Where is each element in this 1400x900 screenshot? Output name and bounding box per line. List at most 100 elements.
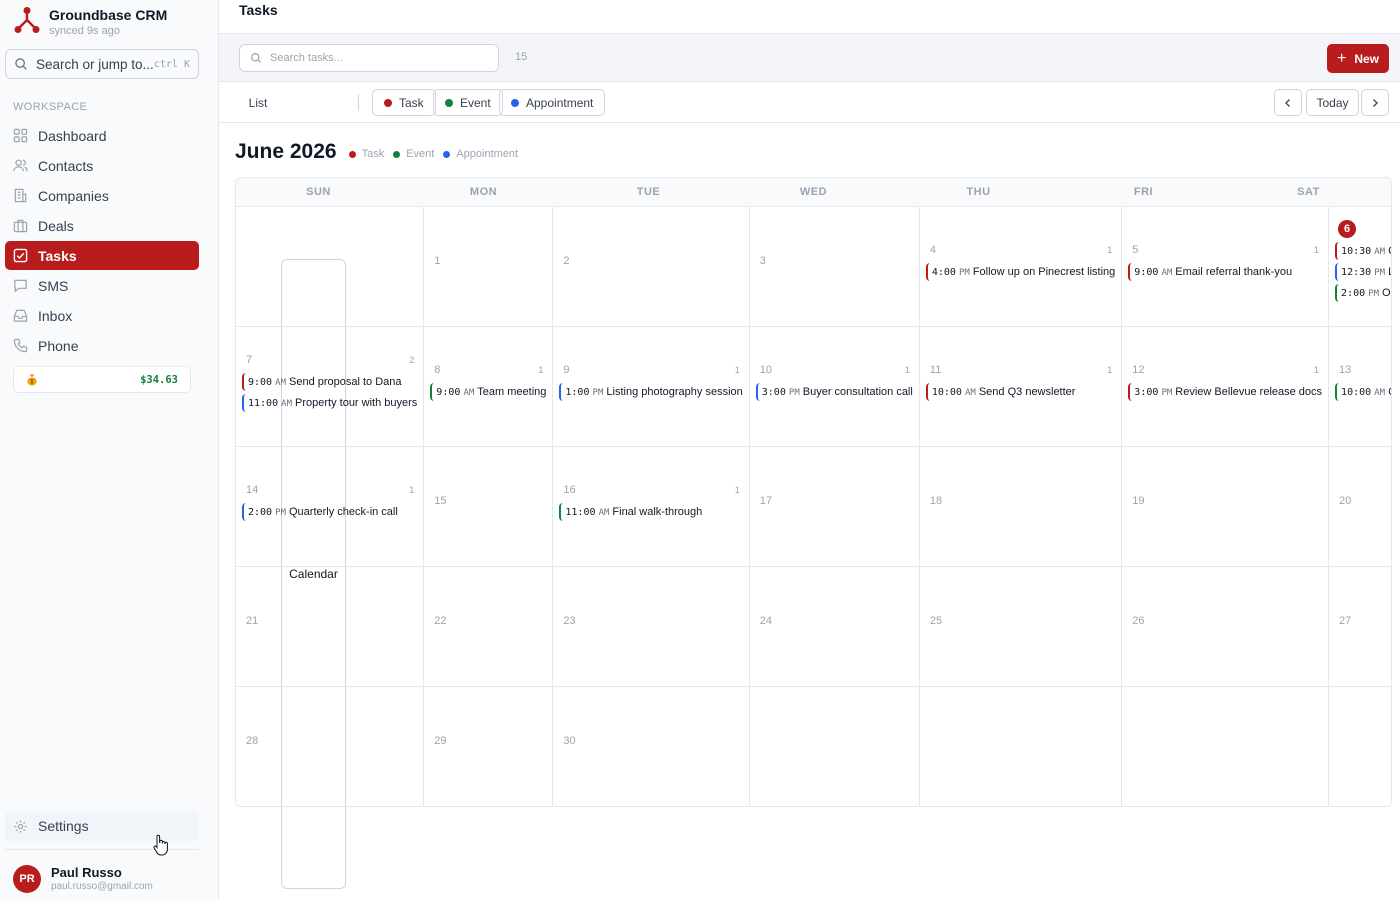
day-number: 28: [246, 735, 259, 747]
day-cell[interactable]: 22: [424, 567, 554, 687]
calendar-event-event[interactable]: 2:00 PMOpen house — 412 Oak St: [1335, 284, 1391, 302]
day-cell-header: 29: [430, 731, 546, 751]
calendar-event-appointment[interactable]: 11:00 AM Property tour with buyers: [242, 393, 418, 412]
filter-appointment[interactable]: Appointment: [499, 89, 606, 116]
next-month-button[interactable]: [1361, 89, 1389, 116]
calendar-event-appointment[interactable]: 3:00 PM Buyer consultation call: [755, 383, 913, 401]
calendar-event-appointment[interactable]: 2:00 PM Quarterly check-in call: [242, 503, 417, 521]
sidebar-item-deals[interactable]: Deals: [5, 211, 199, 240]
today-day-number: 6: [1338, 220, 1357, 238]
calendar-event-appointment[interactable]: 12:30 PMLunch w/ Marcus Lee: [1335, 263, 1391, 281]
day-cell[interactable]: 12 1 3:00 PM Review Bellevue release docs: [1122, 327, 1330, 447]
day-cell[interactable]: 9 1 1:00 PM Listing photography session: [553, 327, 750, 447]
day-cell[interactable]: 7 2 9:00 AM Send proposal to Dana 11:00 AM Pr…: [236, 327, 425, 447]
brand[interactable]: Groundbase CRM synced 9s ago: [14, 6, 167, 38]
calendar-event-event[interactable]: 10:00 AMClosing — William Hart: [1335, 383, 1391, 401]
day-cell[interactable]: 1: [424, 207, 554, 327]
day-cell[interactable]: 29: [424, 687, 554, 806]
day-cell[interactable]: 131 10:00 AMClosing — William Hart: [1329, 327, 1391, 447]
day-cell[interactable]: 8 1 9:00 AM Team meeting: [424, 327, 554, 447]
day-cell-header: 3: [756, 251, 913, 271]
money-bag-icon: [27, 374, 37, 386]
jump-placeholder: Search or jump to...: [36, 56, 154, 72]
calendar-event-event[interactable]: 9:00 AM Team meeting: [430, 383, 546, 401]
sidebar-item-sms[interactable]: SMS: [5, 271, 199, 300]
calendar-event-task[interactable]: 9:00 AM Send proposal to Dana: [242, 372, 417, 391]
day-cell[interactable]: 18: [919, 447, 1123, 567]
event-title: Send Q3 newsletter: [978, 386, 1076, 398]
calendar-event-task[interactable]: 10:00 AM Send Q3 newsletter: [925, 383, 1115, 401]
sidebar-item-dashboard[interactable]: Dashboard: [5, 121, 199, 150]
day-number: 8: [434, 364, 441, 376]
day-cell[interactable]: 14 1 2:00 PM Quarterly check-in call: [236, 447, 425, 567]
sidebar-item-companies[interactable]: Companies: [5, 181, 199, 210]
event-title: Property tour with buyers: [295, 396, 418, 409]
weekday-mon: MON: [469, 186, 498, 198]
sidebar-item-phone[interactable]: Phone: [5, 331, 199, 360]
search-icon: [251, 53, 261, 63]
day-number: 17: [759, 494, 773, 507]
filter-task[interactable]: Task: [372, 89, 436, 116]
day-number: 12: [1132, 364, 1145, 376]
filter-label: Event: [460, 95, 491, 110]
day-cell[interactable]: 28: [236, 687, 425, 806]
inbox-icon: [13, 309, 28, 322]
day-cell[interactable]: 30: [553, 687, 750, 806]
calendar-event-task[interactable]: 9:00 AM Email referral thank-you: [1128, 263, 1322, 281]
sidebar-item-tasks[interactable]: Tasks: [5, 241, 199, 270]
day-number: 5: [1132, 244, 1139, 256]
sidebar-item-label: Phone: [38, 337, 79, 354]
day-cell[interactable]: 19: [1122, 447, 1330, 567]
event-time: 4:00: [931, 267, 956, 278]
event-title: Quarterly check-in call: [289, 506, 398, 518]
tab-list[interactable]: List: [241, 89, 275, 116]
task-search[interactable]: [239, 44, 499, 72]
day-number: 27: [1339, 614, 1352, 627]
sidebar-item-label: Contacts: [38, 157, 94, 174]
sidebar-item-contacts[interactable]: Contacts: [5, 151, 199, 180]
day-cell[interactable]: 15: [424, 447, 554, 567]
search-input[interactable]: [270, 52, 490, 64]
day-cell[interactable]: 17: [749, 447, 920, 567]
calendar-event-task[interactable]: 10:30 AMCall James Thornton: [1335, 242, 1391, 260]
day-cell[interactable]: 6310:30 AMCall James Thornton12:30 PMLun…: [1329, 207, 1391, 327]
topbar: Tasks: [219, 0, 1400, 34]
sidebar-item-inbox[interactable]: Inbox: [5, 301, 199, 330]
prev-month-button[interactable]: [1274, 89, 1302, 116]
calendar-event-task[interactable]: 4:00 PM Follow up on Pinecrest listing: [925, 263, 1115, 281]
calendar-event-event[interactable]: 11:00 AM Final walk-through: [559, 503, 742, 521]
user-profile[interactable]: PR Paul Russo paul.russo@gmail.com: [13, 865, 153, 893]
day-cell[interactable]: 26: [1122, 567, 1330, 687]
day-cell-header: 27: [1335, 611, 1391, 631]
day-cell-header: 25: [926, 611, 1115, 631]
credit-balance-card[interactable]: $34.63: [13, 366, 191, 393]
day-cell[interactable]: 10 1 3:00 PM Buyer consultation call: [749, 327, 920, 447]
day-cell[interactable]: 5 1 9:00 AM Email referral thank-you: [1122, 207, 1330, 327]
day-cell[interactable]: 4 1 4:00 PM Follow up on Pinecrest listing: [919, 207, 1123, 327]
day-cell[interactable]: 2: [553, 207, 750, 327]
day-cell[interactable]: 27: [1329, 567, 1391, 687]
day-cell[interactable]: 3: [749, 207, 920, 327]
day-cell[interactable]: 21: [236, 567, 425, 687]
day-cell[interactable]: 24: [749, 567, 920, 687]
weekday-fri: FRI: [1133, 186, 1154, 198]
sidebar-item-label: Inbox: [38, 307, 73, 324]
filter-event[interactable]: Event: [433, 89, 503, 116]
calendar-event-task[interactable]: 3:00 PM Review Bellevue release docs: [1128, 383, 1322, 401]
day-cell[interactable]: 11 1 10:00 AM Send Q3 newsletter: [919, 327, 1123, 447]
day-number: 25: [929, 614, 943, 627]
event-title: Final walk-through: [612, 506, 703, 518]
day-cell[interactable]: 20: [1329, 447, 1391, 567]
legend-event: Event: [393, 144, 434, 160]
today-button[interactable]: Today: [1306, 89, 1359, 116]
calendar-event-appointment[interactable]: 1:00 PM Listing photography session: [559, 383, 743, 401]
day-cell[interactable]: 16 1 11:00 AM Final walk-through: [553, 447, 750, 567]
jump-search[interactable]: Search or jump to... ctrl K: [5, 49, 199, 79]
new-button[interactable]: + New: [1327, 44, 1389, 73]
empty-day-cell: [750, 687, 920, 806]
day-cell[interactable]: 25: [919, 567, 1123, 687]
day-number: 13: [1339, 364, 1352, 376]
day-cell[interactable]: 23: [553, 567, 750, 687]
task-dot-icon: [384, 98, 392, 107]
view-toolbar: List Calendar Task Event Appointment Tod…: [219, 82, 1400, 889]
